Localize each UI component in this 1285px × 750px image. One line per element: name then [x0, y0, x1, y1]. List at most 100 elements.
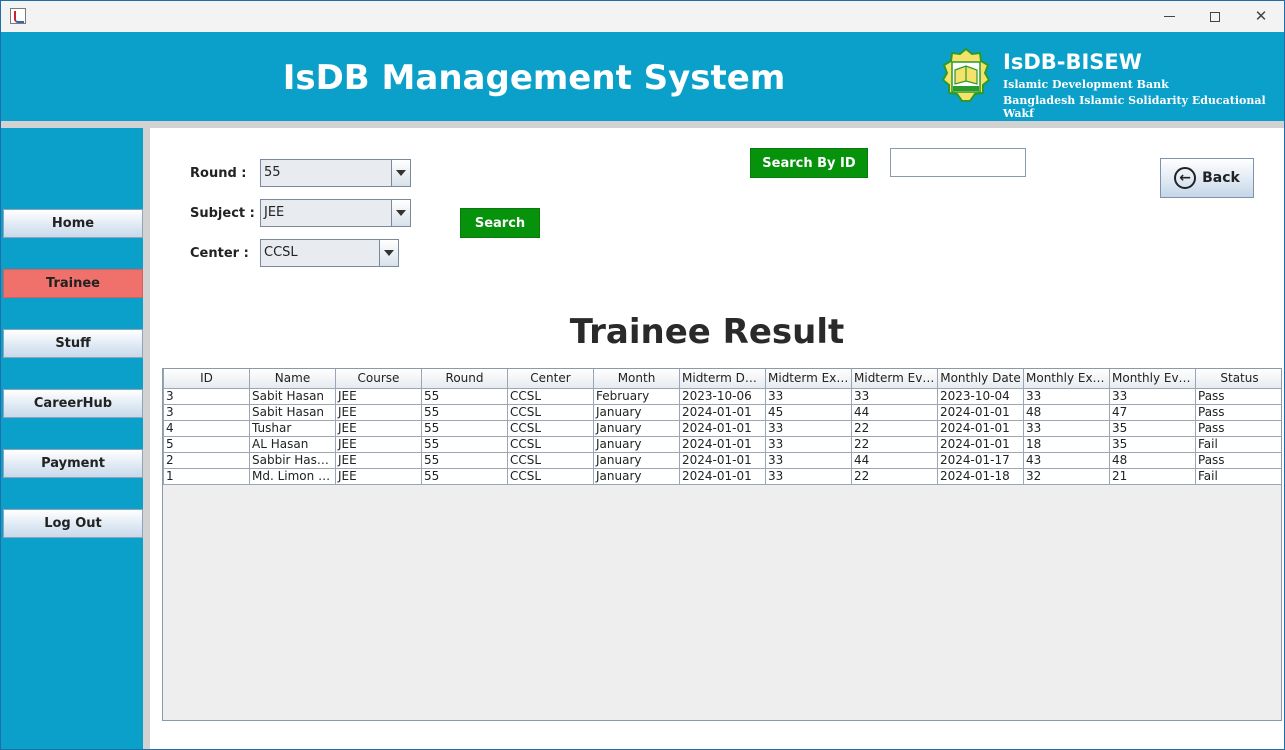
- table-cell[interactable]: Sabit Hasan: [249, 403, 336, 421]
- table-cell[interactable]: Pass: [1195, 451, 1281, 469]
- table-cell[interactable]: CCSL: [507, 419, 594, 437]
- chevron-down-icon[interactable]: [391, 160, 410, 186]
- table-row[interactable]: 5 AL Hasan JEE 55 CCSL January 2024-01-01 33 22 2…: [163, 435, 1281, 453]
- sidebar-item-trainee[interactable]: Trainee: [3, 269, 143, 298]
- table-cell[interactable]: 22: [851, 419, 938, 437]
- table-cell[interactable]: 33: [765, 419, 852, 437]
- back-button[interactable]: ← Back: [1160, 158, 1254, 198]
- sidebar-item-careerhub[interactable]: CareerHub: [3, 389, 143, 418]
- maximize-button[interactable]: [1192, 1, 1238, 32]
- table-cell[interactable]: 33: [765, 467, 852, 485]
- table-cell[interactable]: 2024-01-01: [679, 467, 766, 485]
- table-cell[interactable]: 2024-01-01: [679, 451, 766, 469]
- table-cell[interactable]: 18: [1023, 435, 1110, 453]
- table-cell[interactable]: 35: [1109, 435, 1196, 453]
- column-header[interactable]: Monthly Date: [937, 369, 1024, 389]
- table-cell[interactable]: JEE: [335, 435, 422, 453]
- table-cell[interactable]: CCSL: [507, 403, 594, 421]
- table-row[interactable]: 4 Tushar JEE 55 CCSL January 2024-01-01 33 22 202…: [163, 419, 1281, 437]
- table-cell[interactable]: January: [593, 419, 680, 437]
- center-dropdown[interactable]: CCSL: [260, 239, 399, 267]
- chevron-down-icon[interactable]: [379, 240, 398, 266]
- column-header[interactable]: Midterm Date: [679, 369, 766, 389]
- table-cell[interactable]: 2: [163, 451, 250, 469]
- round-dropdown[interactable]: 55: [260, 159, 411, 187]
- sidebar-item-stuff[interactable]: Stuff: [3, 329, 143, 358]
- table-cell[interactable]: 55: [421, 467, 508, 485]
- column-header[interactable]: Monthly Exter...: [1023, 369, 1110, 389]
- table-cell[interactable]: 45: [765, 403, 852, 421]
- table-cell[interactable]: Pass: [1195, 419, 1281, 437]
- result-table[interactable]: ID Name Course Round Center Month Midterm Date…: [163, 369, 1281, 485]
- table-cell[interactable]: Pass: [1195, 403, 1281, 421]
- table-cell[interactable]: 2024-01-01: [937, 435, 1024, 453]
- table-cell[interactable]: AL Hasan: [249, 435, 336, 453]
- table-cell[interactable]: 2024-01-01: [679, 435, 766, 453]
- table-cell[interactable]: 21: [1109, 467, 1196, 485]
- table-row[interactable]: 1 Md. Limon Isl... JEE 55 CCSL January 2024-01…: [163, 467, 1281, 485]
- column-header[interactable]: Name: [249, 369, 336, 389]
- table-cell[interactable]: JEE: [335, 419, 422, 437]
- column-header[interactable]: Course: [335, 369, 422, 389]
- table-cell[interactable]: CCSL: [507, 435, 594, 453]
- table-row[interactable]: 3 Sabit Hasan JEE 55 CCSL February 2023-10-06 3…: [163, 387, 1281, 405]
- table-cell[interactable]: 2024-01-01: [937, 403, 1024, 421]
- table-cell[interactable]: 55: [421, 387, 508, 405]
- column-header[interactable]: Round: [421, 369, 508, 389]
- table-cell[interactable]: Tushar: [249, 419, 336, 437]
- table-row[interactable]: 3 Sabit Hasan JEE 55 CCSL January 2024-01-01 45…: [163, 403, 1281, 421]
- table-cell[interactable]: 1: [163, 467, 250, 485]
- table-cell[interactable]: 55: [421, 435, 508, 453]
- table-cell[interactable]: 2024-01-18: [937, 467, 1024, 485]
- table-cell[interactable]: 3: [163, 387, 250, 405]
- table-cell[interactable]: CCSL: [507, 451, 594, 469]
- table-cell[interactable]: 2023-10-06: [679, 387, 766, 405]
- table-cell[interactable]: 55: [421, 419, 508, 437]
- table-cell[interactable]: 35: [1109, 419, 1196, 437]
- table-cell[interactable]: January: [593, 403, 680, 421]
- table-cell[interactable]: 33: [765, 435, 852, 453]
- table-cell[interactable]: 33: [851, 387, 938, 405]
- column-header[interactable]: Midterm Evid...: [851, 369, 938, 389]
- table-cell[interactable]: February: [593, 387, 680, 405]
- table-cell[interactable]: 33: [765, 387, 852, 405]
- table-cell[interactable]: 2024-01-01: [937, 419, 1024, 437]
- table-cell[interactable]: Fail: [1195, 467, 1281, 485]
- table-cell[interactable]: 48: [1109, 451, 1196, 469]
- table-cell[interactable]: JEE: [335, 451, 422, 469]
- table-cell[interactable]: 55: [421, 403, 508, 421]
- sidebar-item-logout[interactable]: Log Out: [3, 509, 143, 538]
- table-cell[interactable]: 55: [421, 451, 508, 469]
- table-cell[interactable]: JEE: [335, 387, 422, 405]
- table-cell[interactable]: 2024-01-17: [937, 451, 1024, 469]
- column-header[interactable]: Month: [593, 369, 680, 389]
- search-id-input[interactable]: [890, 148, 1026, 177]
- table-cell[interactable]: Sabbir Hasa...: [249, 451, 336, 469]
- table-cell[interactable]: January: [593, 435, 680, 453]
- column-header[interactable]: Center: [507, 369, 594, 389]
- search-by-id-button[interactable]: Search By ID: [750, 148, 868, 178]
- table-cell[interactable]: January: [593, 451, 680, 469]
- table-cell[interactable]: 2024-01-01: [679, 403, 766, 421]
- table-cell[interactable]: JEE: [335, 467, 422, 485]
- table-cell[interactable]: 22: [851, 467, 938, 485]
- column-header[interactable]: Status: [1195, 369, 1281, 389]
- table-cell[interactable]: CCSL: [507, 387, 594, 405]
- sidebar-item-home[interactable]: Home: [3, 209, 143, 238]
- table-cell[interactable]: Sabit Hasan: [249, 387, 336, 405]
- table-cell[interactable]: Fail: [1195, 435, 1281, 453]
- table-cell[interactable]: 33: [765, 451, 852, 469]
- table-cell[interactable]: 47: [1109, 403, 1196, 421]
- table-row[interactable]: 2 Sabbir Hasa... JEE 55 CCSL January 2024-01-0…: [163, 451, 1281, 469]
- search-button[interactable]: Search: [460, 208, 540, 238]
- column-header[interactable]: Midterm Exter...: [765, 369, 852, 389]
- table-cell[interactable]: Md. Limon Isl...: [249, 467, 336, 485]
- table-cell[interactable]: 3: [163, 403, 250, 421]
- table-cell[interactable]: 33: [1109, 387, 1196, 405]
- table-cell[interactable]: 33: [1023, 387, 1110, 405]
- table-cell[interactable]: Pass: [1195, 387, 1281, 405]
- table-cell[interactable]: 4: [163, 419, 250, 437]
- table-cell[interactable]: 2024-01-01: [679, 419, 766, 437]
- table-cell[interactable]: 44: [851, 403, 938, 421]
- result-table-panel[interactable]: ID Name Course Round Center Month Midterm Date…: [162, 368, 1282, 721]
